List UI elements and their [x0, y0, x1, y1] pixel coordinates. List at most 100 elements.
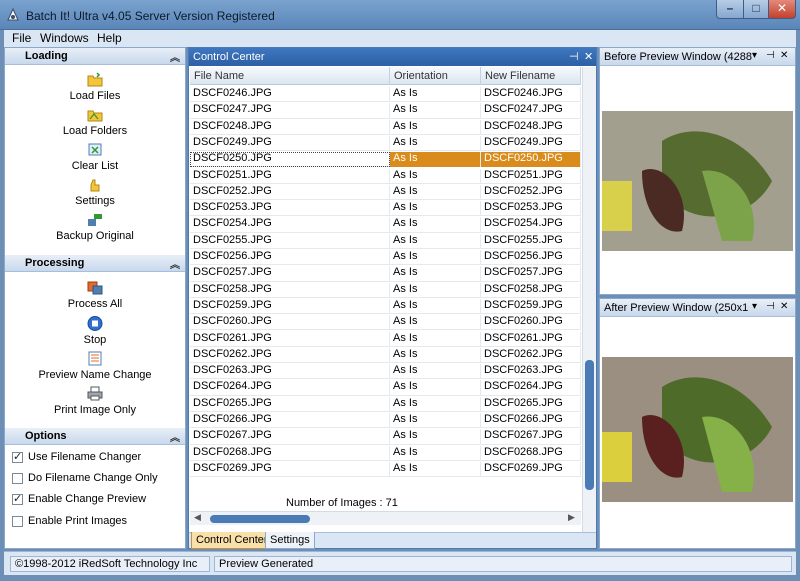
close-panel-icon[interactable]: ✕ [780, 301, 788, 312]
tab-settings[interactable]: Settings [265, 532, 315, 549]
table-row[interactable]: DSCF0266.JPG As Is DSCF0266.JPG [190, 412, 581, 429]
loading-section-header[interactable]: Loading ︽ [5, 48, 185, 65]
printer-icon [87, 386, 103, 401]
options-section-header[interactable]: Options ︽ [5, 428, 185, 445]
table-row[interactable]: DSCF0262.JPG As Is DSCF0262.JPG [190, 347, 581, 364]
menu-file[interactable]: File [12, 31, 31, 45]
close-icon: ✕ [776, 1, 788, 15]
table-row[interactable]: DSCF0269.JPG As Is DSCF0269.JPG [190, 461, 581, 478]
cell-orientation: As Is [390, 429, 481, 445]
process-all-icon [87, 281, 103, 295]
table-row[interactable]: DSCF0253.JPG As Is DSCF0253.JPG [190, 200, 581, 217]
pin-icon[interactable]: ⊣ [766, 301, 775, 312]
stop-button[interactable]: Stop [5, 316, 185, 346]
dropdown-arrow-icon[interactable]: ▾ [752, 50, 757, 61]
column-file-name[interactable]: File Name [190, 67, 390, 85]
cell-file-name: DSCF0264.JPG [190, 380, 390, 396]
close-button[interactable]: ✕ [768, 0, 796, 19]
cell-file-name: DSCF0260.JPG [190, 315, 390, 331]
clear-list-button[interactable]: Clear List [5, 142, 185, 172]
close-panel-icon[interactable]: ✕ [780, 50, 788, 61]
menu-windows[interactable]: Windows [40, 31, 89, 45]
minimize-icon: – [726, 1, 734, 15]
column-new-filename[interactable]: New Filename [481, 67, 581, 85]
cell-new-filename: DSCF0252.JPG [481, 184, 581, 200]
cell-new-filename: DSCF0253.JPG [481, 201, 581, 217]
horizontal-scroll-thumb[interactable] [210, 515, 310, 523]
cell-file-name: DSCF0249.JPG [190, 135, 390, 151]
table-row[interactable]: DSCF0254.JPG As Is DSCF0254.JPG [190, 216, 581, 233]
enable-change-preview-label: Enable Change Preview [28, 493, 147, 505]
pin-icon[interactable]: ⊣ [766, 50, 775, 61]
cell-orientation: As Is [390, 282, 481, 298]
table-row[interactable]: DSCF0252.JPG As Is DSCF0252.JPG [190, 184, 581, 201]
process-all-button[interactable]: Process All [5, 280, 185, 310]
preview-name-change-button[interactable]: Preview Name Change [5, 351, 185, 381]
close-panel-icon[interactable]: ✕ [584, 50, 593, 63]
maximize-button[interactable]: □ [743, 0, 769, 19]
cell-file-name: DSCF0251.JPG [190, 168, 390, 184]
table-row[interactable]: DSCF0265.JPG As Is DSCF0265.JPG [190, 396, 581, 412]
processing-section-header[interactable]: Processing ︽ [5, 255, 185, 272]
pin-icon[interactable]: ⊣ [569, 50, 579, 63]
before-preview-image [602, 111, 793, 251]
table-row[interactable]: DSCF0261.JPG As Is DSCF0261.JPG [190, 331, 581, 347]
table-row[interactable]: DSCF0250.JPG As Is DSCF0250.JPG [190, 151, 581, 168]
collapse-chevron-icon[interactable]: ︽ [170, 429, 180, 444]
vertical-scrollbar[interactable] [582, 67, 596, 541]
minimize-button[interactable]: – [716, 0, 744, 19]
cell-orientation: As Is [390, 87, 481, 102]
backup-original-button[interactable]: Backup Original [5, 212, 185, 242]
table-row[interactable]: DSCF0246.JPG As Is DSCF0246.JPG [190, 86, 581, 103]
table-row[interactable]: DSCF0267.JPG As Is DSCF0267.JPG [190, 428, 581, 445]
control-center-panel: Control Center ⊣ ✕ File Name Orientation… [188, 47, 597, 549]
cell-new-filename: DSCF0269.JPG [481, 461, 581, 477]
table-row[interactable]: DSCF0248.JPG As Is DSCF0248.JPG [190, 119, 581, 135]
menu-help[interactable]: Help [97, 31, 122, 45]
print-image-only-button[interactable]: Print Image Only [5, 386, 185, 416]
table-row[interactable]: DSCF0255.JPG As Is DSCF0255.JPG [190, 233, 581, 249]
table-row[interactable]: DSCF0251.JPG As Is DSCF0251.JPG [190, 168, 581, 184]
image-count: Number of Images : 71 [286, 497, 398, 509]
table-row[interactable]: DSCF0268.JPG As Is DSCF0268.JPG [190, 445, 581, 461]
load-files-button[interactable]: Load Files [5, 72, 185, 102]
collapse-chevron-icon[interactable]: ︽ [170, 256, 180, 271]
table-row[interactable]: DSCF0263.JPG As Is DSCF0263.JPG [190, 363, 581, 380]
table-row[interactable]: DSCF0258.JPG As Is DSCF0258.JPG [190, 282, 581, 298]
control-center-header: Control Center ⊣ ✕ [189, 48, 596, 66]
cell-file-name: DSCF0248.JPG [190, 119, 390, 135]
cell-file-name: DSCF0263.JPG [190, 364, 390, 380]
table-row[interactable]: DSCF0257.JPG As Is DSCF0257.JPG [190, 265, 581, 282]
preview-list-icon [88, 351, 102, 366]
horizontal-scrollbar[interactable]: ◀ ▶ [190, 511, 581, 525]
after-preview-title: After Preview Window (250x1 [604, 302, 749, 314]
before-preview-panel: Before Preview Window (4288 ▾ ⊣ ✕ [599, 47, 796, 295]
cell-file-name: DSCF0255.JPG [190, 233, 390, 249]
settings-button[interactable]: Settings [5, 177, 185, 207]
file-grid-header: File Name Orientation New Filename [190, 67, 581, 85]
before-preview-title: Before Preview Window (4288 [604, 51, 752, 63]
cell-new-filename: DSCF0247.JPG [481, 103, 581, 119]
column-orientation[interactable]: Orientation [390, 67, 481, 85]
table-row[interactable]: DSCF0260.JPG As Is DSCF0260.JPG [190, 314, 581, 331]
table-row[interactable]: DSCF0249.JPG As Is DSCF0249.JPG [190, 135, 581, 152]
scroll-right-icon[interactable]: ▶ [568, 512, 575, 523]
status-bar: ©1998-2012 iRedSoft Technology Inc Previ… [4, 551, 796, 575]
table-row[interactable]: DSCF0247.JPG As Is DSCF0247.JPG [190, 102, 581, 119]
tab-control-center[interactable]: Control Center [191, 532, 273, 549]
table-row[interactable]: DSCF0256.JPG As Is DSCF0256.JPG [190, 249, 581, 266]
table-row[interactable]: DSCF0264.JPG As Is DSCF0264.JPG [190, 379, 581, 396]
before-preview-header: Before Preview Window (4288 ▾ ⊣ ✕ [600, 48, 795, 66]
load-folders-button[interactable]: Load Folders [5, 107, 185, 137]
cell-orientation: As Is [390, 119, 481, 135]
vertical-scroll-thumb[interactable] [585, 360, 594, 490]
cell-orientation: As Is [390, 103, 481, 119]
cell-orientation: As Is [390, 152, 481, 168]
table-row[interactable]: DSCF0259.JPG As Is DSCF0259.JPG [190, 298, 581, 315]
dropdown-arrow-icon[interactable]: ▾ [752, 301, 757, 312]
cell-new-filename: DSCF0265.JPG [481, 396, 581, 412]
maximize-icon: □ [752, 1, 760, 15]
cell-new-filename: DSCF0250.JPG [481, 152, 581, 168]
collapse-chevron-icon[interactable]: ︽ [170, 49, 180, 64]
scroll-left-icon[interactable]: ◀ [194, 512, 201, 523]
